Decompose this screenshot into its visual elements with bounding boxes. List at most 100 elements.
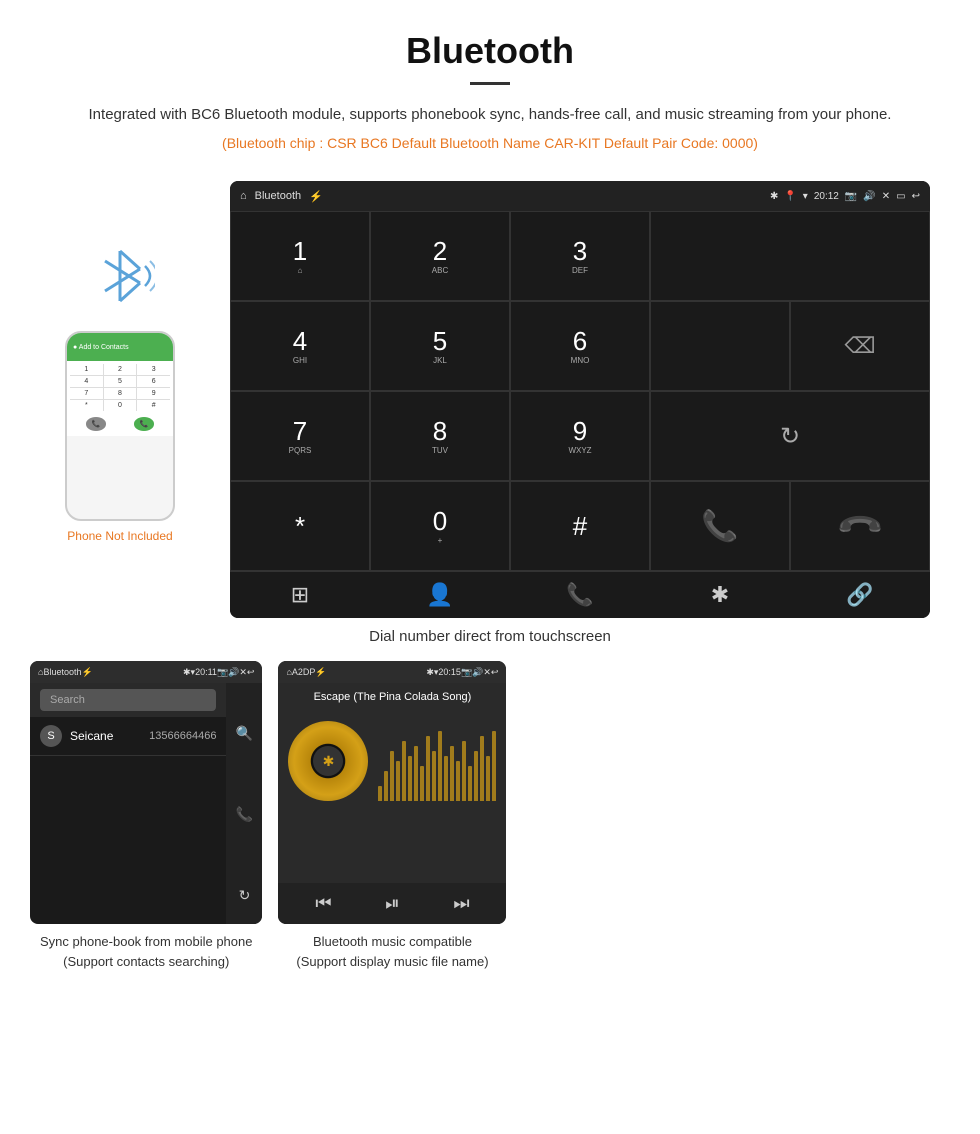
dial-key-9[interactable]: 9 WXYZ xyxy=(510,391,650,481)
nav-contacts[interactable]: 👤 xyxy=(370,582,510,608)
bluetooth-wave-icon xyxy=(85,241,155,321)
nav-calls[interactable]: 📞 xyxy=(510,582,650,608)
phonebook-screen: ⌂ Bluetooth ⚡ ✱ ▾ 20:11 📷 🔊 ✕ ↩ Search xyxy=(30,661,262,924)
eq-bar xyxy=(414,746,418,801)
eq-bar xyxy=(432,751,436,801)
music-bt-icon: ✱ xyxy=(426,667,434,678)
nav-bluetooth[interactable]: ✱ xyxy=(650,582,790,608)
call-green-button[interactable]: 📞 xyxy=(650,481,790,571)
home-icon: ⌂ xyxy=(240,190,247,202)
music-artwork-area: ✱ xyxy=(278,711,506,811)
phonebook-usb-icon: ⚡ xyxy=(81,667,92,678)
dial-key-3[interactable]: 3 DEF xyxy=(510,211,650,301)
contact-row[interactable]: S Seicane 13566664466 xyxy=(30,717,226,756)
dial-key-6[interactable]: 6 MNO xyxy=(510,301,650,391)
music-status-bar: ⌂ A2DP ⚡ ✱ ▾ 20:15 📷 🔊 ✕ ↩ xyxy=(278,661,506,683)
call-red-icon: 📞 xyxy=(834,500,885,551)
next-button[interactable]: ⏭ xyxy=(453,893,469,914)
music-camera: 📷 xyxy=(461,667,472,678)
eq-bar xyxy=(402,741,406,801)
dial-key-star[interactable]: * xyxy=(230,481,370,571)
eq-bar xyxy=(492,731,496,801)
page-header: Bluetooth Integrated with BC6 Bluetooth … xyxy=(0,0,980,181)
phonebook-sidebar: 🔍 📞 ↻ xyxy=(226,683,262,924)
eq-bar xyxy=(474,751,478,801)
sidebar-search-icon[interactable]: 🔍 xyxy=(236,725,253,742)
eq-bar xyxy=(378,786,382,801)
eq-bar xyxy=(486,756,490,801)
dial-key-5[interactable]: 5 JKL xyxy=(370,301,510,391)
call-green-icon: 📞 xyxy=(701,509,738,544)
refresh-icon: ↻ xyxy=(780,422,800,451)
title-divider xyxy=(470,82,510,85)
eq-bar xyxy=(420,766,424,801)
dial-key-1[interactable]: 1 ⌂ xyxy=(230,211,370,301)
location-icon: 📍 xyxy=(784,191,796,202)
nav-link[interactable]: 🔗 xyxy=(790,582,930,608)
page-description: Integrated with BC6 Bluetooth module, su… xyxy=(60,103,920,127)
eq-bar xyxy=(450,746,454,801)
music-disc: ✱ xyxy=(288,721,368,801)
play-pause-button[interactable]: ⏯ xyxy=(385,893,399,914)
music-screen-wrap: ⌂ A2DP ⚡ ✱ ▾ 20:15 📷 🔊 ✕ ↩ Escape (The P… xyxy=(278,661,506,979)
phonebook-time: 20:11 xyxy=(195,667,217,677)
sidebar-refresh-icon[interactable]: ↻ xyxy=(239,887,251,904)
phone-screen: ● Add to Contacts xyxy=(67,333,173,361)
dialpad-grid: 1 ⌂ 2 ABC 3 DEF 4 GHI 5 JKL xyxy=(230,211,930,571)
phonebook-search-area: Search xyxy=(30,683,226,717)
dialpad-screen-title: Bluetooth xyxy=(255,190,301,202)
dialpad-screen: ⌂ Bluetooth ⚡ ✱ 📍 ▾ 20:12 📷 🔊 ✕ ▭ ↩ 1 ⌂ xyxy=(230,181,930,618)
dial-key-hash[interactable]: # xyxy=(510,481,650,571)
music-equalizer xyxy=(378,721,496,801)
phone-body: 1 2 3 4 5 6 7 8 9 * 0 # 📞 📞 xyxy=(67,361,173,436)
dialpad-bottom-nav: ⊞ 👤 📞 ✱ 🔗 xyxy=(230,571,930,618)
nav-dialpad[interactable]: ⊞ xyxy=(230,582,370,608)
phonebook-vol: 🔊 xyxy=(228,667,239,678)
eq-bar xyxy=(384,771,388,801)
contact-avatar: S xyxy=(40,725,62,747)
eq-bar xyxy=(396,761,400,801)
eq-bar xyxy=(438,731,442,801)
phone-container: ● Add to Contacts 1 2 3 4 5 6 7 8 9 * 0 … xyxy=(30,181,210,543)
music-vol: 🔊 xyxy=(472,667,483,678)
phonebook-caption: Sync phone-book from mobile phone (Suppo… xyxy=(30,924,262,979)
search-box[interactable]: Search xyxy=(40,689,216,711)
music-usb-icon: ⚡ xyxy=(315,667,326,678)
contact-number: 13566664466 xyxy=(149,730,216,742)
dial-key-0[interactable]: 0 + xyxy=(370,481,510,571)
dialpad-status-bar: ⌂ Bluetooth ⚡ ✱ 📍 ▾ 20:12 📷 🔊 ✕ ▭ ↩ xyxy=(230,181,930,211)
dial-key-8[interactable]: 8 TUV xyxy=(370,391,510,481)
eq-bar xyxy=(456,761,460,801)
music-screen-inner: Escape (The Pina Colada Song) ✱ xyxy=(278,683,506,883)
eq-bar xyxy=(444,756,448,801)
phonebook-bt-icon: ✱ xyxy=(183,667,191,678)
music-close: ✕ xyxy=(483,667,491,678)
dialpad-caption: Dial number direct from touchscreen xyxy=(0,618,980,661)
eq-bar xyxy=(408,756,412,801)
phonebook-screen-title: Bluetooth xyxy=(43,667,81,677)
empty-r2c4 xyxy=(650,301,790,391)
dial-key-4[interactable]: 4 GHI xyxy=(230,301,370,391)
music-controls: ⏮ ⏯ ⏭ xyxy=(278,883,506,924)
back-icon: ↩ xyxy=(912,191,920,202)
music-screen: ⌂ A2DP ⚡ ✱ ▾ 20:15 📷 🔊 ✕ ↩ Escape (The P… xyxy=(278,661,506,924)
eq-bar xyxy=(390,751,394,801)
phonebook-screen-wrap: ⌂ Bluetooth ⚡ ✱ ▾ 20:11 📷 🔊 ✕ ↩ Search xyxy=(30,661,262,979)
phonebook-outer: Search S Seicane 13566664466 🔍 📞 ↻ xyxy=(30,683,262,924)
eq-bar xyxy=(462,741,466,801)
dial-key-2[interactable]: 2 ABC xyxy=(370,211,510,301)
dial-key-7[interactable]: 7 PQRS xyxy=(230,391,370,481)
screen-icon: ▭ xyxy=(896,191,905,202)
page-title: Bluetooth xyxy=(60,30,920,72)
dialpad-time: 20:12 xyxy=(814,191,839,202)
refresh-key[interactable]: ↻ xyxy=(650,391,930,481)
sidebar-call-icon[interactable]: 📞 xyxy=(236,806,253,823)
call-red-button[interactable]: 📞 xyxy=(790,481,930,571)
song-title: Escape (The Pina Colada Song) xyxy=(278,683,506,711)
close-icon: ✕ xyxy=(882,191,890,202)
prev-button[interactable]: ⏮ xyxy=(315,893,331,914)
phone-dialpad: 1 2 3 4 5 6 7 8 9 * 0 # xyxy=(70,364,170,411)
phonebook-empty-space xyxy=(30,756,226,846)
backspace-key[interactable]: ⌫ xyxy=(790,301,930,391)
eq-bar xyxy=(480,736,484,801)
